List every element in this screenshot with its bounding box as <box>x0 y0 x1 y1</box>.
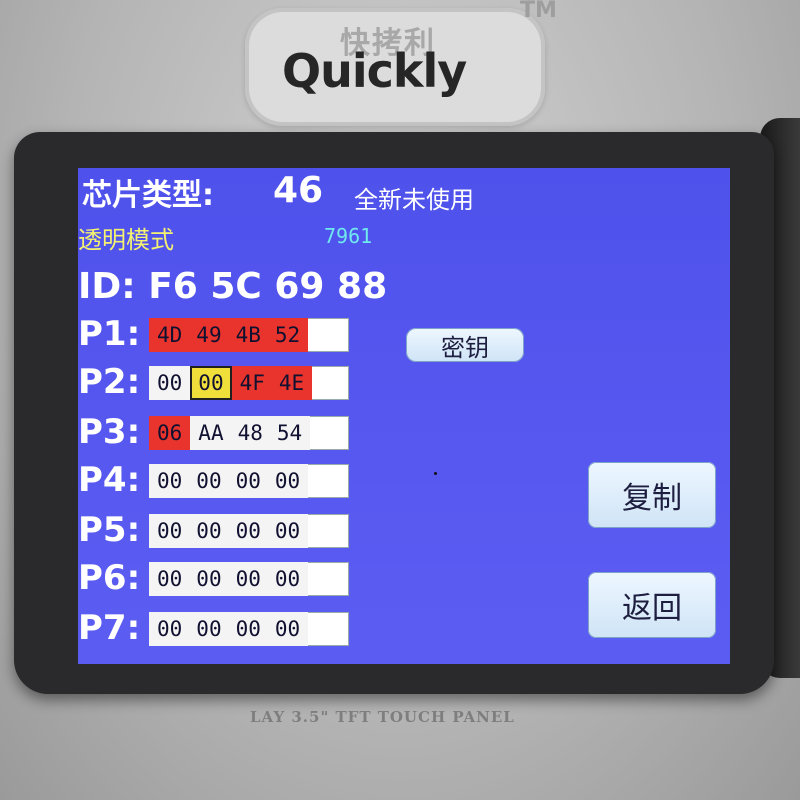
byte-segment: 00 00 00 00 <box>149 562 309 596</box>
panel-label: LAY 3.5" TFT TOUCH PANEL <box>250 708 515 726</box>
byte-value: 00 <box>196 617 222 641</box>
byte-value: 00 <box>235 469 261 493</box>
page-bytes-field[interactable]: 4D 49 4B 52 <box>149 318 349 352</box>
page-bytes-field[interactable]: 06 AA 48 54 <box>149 416 349 450</box>
brand-name-english: Quickly <box>282 44 467 98</box>
chip-type-label: 芯片类型: <box>82 178 214 213</box>
byte-value: 00 <box>235 617 261 641</box>
code-number: 7961 <box>324 224 373 248</box>
page-bytes-field[interactable]: 00 00 00 00 <box>149 562 349 596</box>
trademark-mark: TM <box>520 0 557 23</box>
byte-value: 00 <box>235 519 261 543</box>
chip-status-text: 全新未使用 <box>354 186 474 214</box>
byte-value: 4B <box>235 323 261 347</box>
byte-value: 00 <box>198 371 224 395</box>
byte-segment: 00 00 00 00 <box>149 514 309 548</box>
byte-value: 00 <box>157 519 183 543</box>
page-label: P7: <box>78 608 141 648</box>
byte-value: 00 <box>274 617 301 641</box>
byte-value: 4D <box>157 323 183 347</box>
byte-segment: 00 00 00 00 <box>149 612 309 646</box>
byte-value: 00 <box>196 567 222 591</box>
chip-type-value: 46 <box>273 170 324 211</box>
byte-segment: 06 <box>149 416 191 450</box>
byte-value: 48 <box>237 421 263 445</box>
byte-value: 49 <box>196 323 222 347</box>
byte-value: 00 <box>196 469 222 493</box>
page-bytes-field[interactable]: 00 00 00 00 <box>149 514 349 548</box>
page-label: P6: <box>78 558 141 598</box>
byte-value: 00 <box>157 617 183 641</box>
byte-value: 00 <box>274 567 301 591</box>
byte-value: 00 <box>235 567 261 591</box>
screen-speck <box>434 472 437 475</box>
mode-text: 透明模式 <box>78 226 174 254</box>
byte-value: 00 <box>274 469 301 493</box>
byte-segment: 4D 49 4B 52 <box>149 318 309 352</box>
byte-value: 06 <box>157 421 183 445</box>
byte-value: 54 <box>276 421 303 445</box>
byte-value: 00 <box>157 371 183 395</box>
page-label: P2: <box>78 362 141 402</box>
page-bytes-field[interactable]: 00 00 00 00 <box>149 612 349 646</box>
byte-value: 4E <box>278 371 305 395</box>
byte-segment: 4F 4E <box>231 366 313 400</box>
byte-value: 00 <box>274 519 301 543</box>
lcd-screen: 芯片类型: 46 全新未使用 透明模式 7961 ID: F6 5C 69 88… <box>78 168 730 664</box>
byte-value: 4F <box>239 371 265 395</box>
page-bytes-field[interactable]: 00 00 00 00 <box>149 464 349 498</box>
back-button[interactable]: 返回 <box>588 572 716 638</box>
copy-button[interactable]: 复制 <box>588 462 716 528</box>
page-label: P4: <box>78 460 141 500</box>
byte-segment: 00 <box>149 366 191 400</box>
byte-segment: AA 48 54 <box>190 416 311 450</box>
byte-value: AA <box>198 421 224 445</box>
byte-segment: 00 <box>190 366 232 400</box>
page-label: P1: <box>78 314 141 354</box>
byte-segment: 00 00 00 00 <box>149 464 309 498</box>
page-label: P5: <box>78 510 141 550</box>
byte-value: 00 <box>157 469 183 493</box>
key-button[interactable]: 密钥 <box>406 328 524 362</box>
byte-value: 52 <box>274 323 301 347</box>
page-bytes-field[interactable]: 00 00 4F 4E <box>149 366 349 400</box>
byte-value: 00 <box>157 567 183 591</box>
page-label: P3: <box>78 412 141 452</box>
byte-value: 00 <box>196 519 222 543</box>
chip-id: ID: F6 5C 69 88 <box>78 266 388 307</box>
